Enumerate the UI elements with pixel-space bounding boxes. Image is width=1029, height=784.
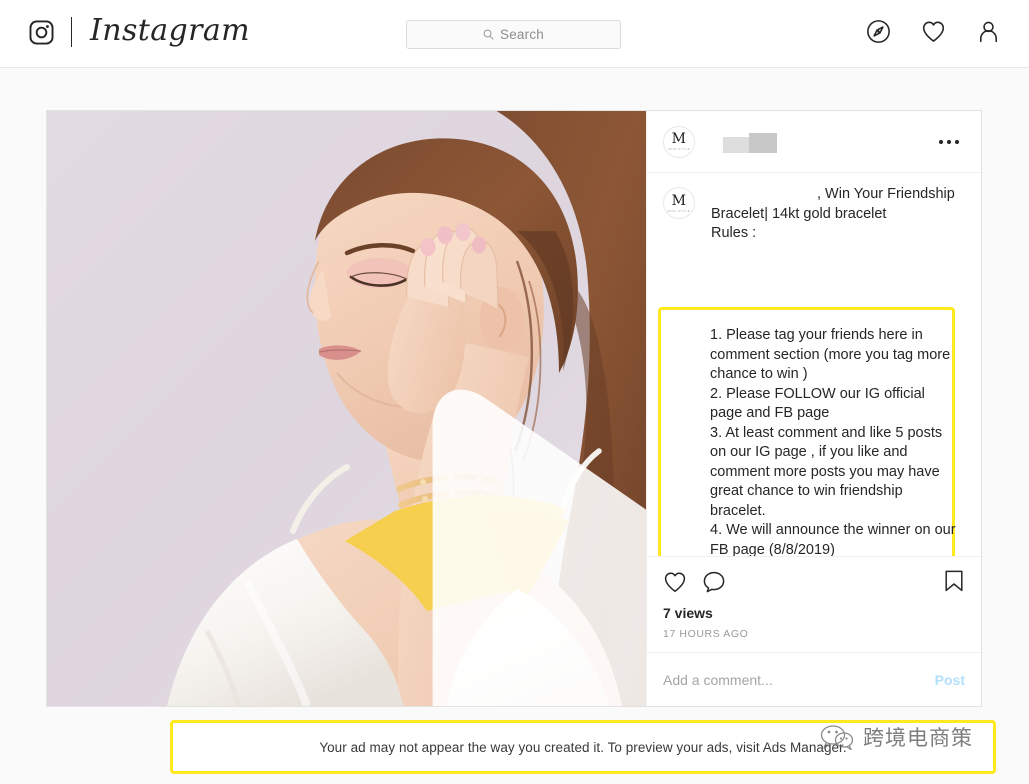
rules-highlight-box: 1. Please tag your friends here in comme… (658, 307, 956, 556)
comment-bubble-icon[interactable] (702, 570, 726, 594)
redaction-block-1 (723, 136, 749, 153)
profile-person-icon[interactable] (976, 19, 1001, 44)
instagram-wordmark[interactable]: Instagram (90, 16, 250, 46)
caption-avatar-letter: M (671, 192, 687, 209)
post-timestamp: 17 HOURS AGO (663, 628, 749, 640)
add-comment-input[interactable] (663, 671, 935, 688)
post-media[interactable] (47, 111, 646, 706)
nav-icon-group (866, 19, 1001, 44)
action-icon-row (663, 567, 965, 597)
caption-avatar-subtext: MUR STYLE (667, 208, 691, 213)
post-actions: 7 views 17 HOURS AGO (647, 556, 981, 652)
ad-preview-banner-text: Your ad may not appear the way you creat… (319, 739, 847, 755)
top-navbar: Instagram Search (0, 0, 1029, 68)
caption-area: M MUR STYLE , Win Your Friendship Bracele… (647, 173, 981, 556)
post-comment-button[interactable]: Post (935, 672, 965, 688)
caption-line-2: Bracelet| 14kt gold bracelet (711, 205, 887, 222)
dot-3 (955, 139, 959, 144)
caption-line-3: Rules : (711, 225, 757, 241)
search-icon (483, 29, 494, 40)
wechat-logo-icon (820, 725, 854, 750)
caption-row: M MUR STYLE , Win Your Friendship Bracele… (663, 185, 965, 244)
post-card: M MUR STYLE M MUR STYLE , Win Your Frien… (46, 110, 982, 707)
username-redacted[interactable] (723, 131, 777, 153)
rules-text: 1. Please tag your friends here in comme… (710, 327, 956, 556)
dot-1 (939, 139, 943, 144)
instagram-camera-icon[interactable] (28, 19, 55, 46)
nav-divider (71, 17, 72, 47)
play-video-button[interactable] (325, 379, 646, 706)
watermark: 跨境电商策 (820, 722, 973, 752)
search-inner: Search (483, 27, 544, 42)
caption-text-block: , Win Your Friendship Bracelet| 14kt gold… (711, 185, 965, 244)
dot-2 (947, 139, 951, 144)
avatar-letter: M (671, 131, 687, 147)
page-root: Instagram Search M MUR STYLE M MUR STYLE… (0, 0, 1029, 784)
caption-avatar[interactable]: M MUR STYLE (663, 187, 695, 219)
more-options-button[interactable] (933, 134, 965, 150)
search-placeholder-text: Search (500, 27, 544, 42)
avatar-subtext: MUR STYLE (668, 147, 690, 151)
explore-compass-icon[interactable] (866, 19, 891, 44)
heart-icon[interactable] (663, 570, 687, 594)
post-header: M MUR STYLE (647, 111, 981, 173)
avatar[interactable]: M MUR STYLE (663, 125, 695, 158)
watermark-text: 跨境电商策 (863, 726, 973, 750)
post-side-panel: M MUR STYLE M MUR STYLE , Win Your Frien… (646, 111, 981, 706)
activity-heart-icon[interactable] (921, 19, 946, 44)
comment-bar: Post (647, 652, 981, 706)
redaction-block-2 (749, 132, 777, 153)
caption-line-1: , Win Your Friendship (817, 186, 955, 202)
search-input[interactable]: Search (406, 20, 621, 49)
caption-username-redaction (711, 186, 817, 199)
nav-brand-group[interactable]: Instagram (28, 16, 250, 47)
bookmark-icon[interactable] (943, 569, 965, 593)
views-count: 7 views (663, 605, 713, 621)
